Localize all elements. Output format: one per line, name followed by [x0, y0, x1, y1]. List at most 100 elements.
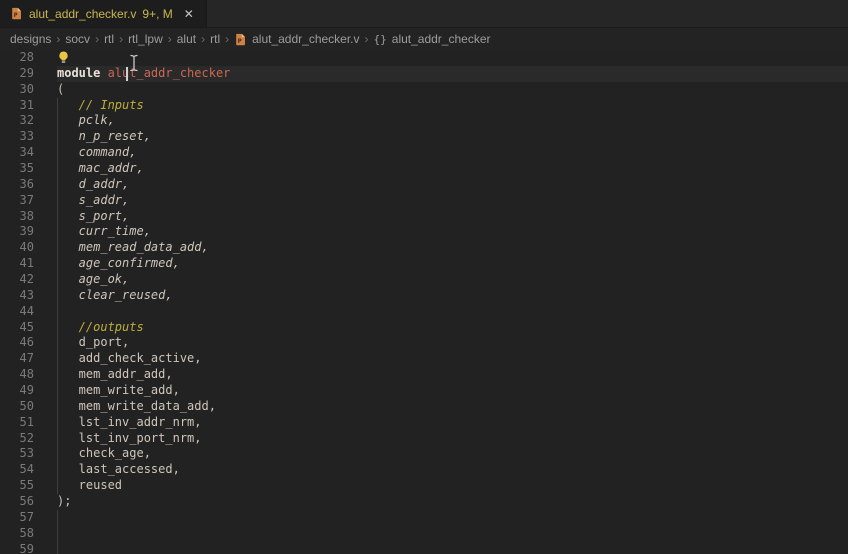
code-line-43[interactable]: 43 clear_reused, [0, 288, 848, 304]
code-line-41[interactable]: 41 age_confirmed, [0, 256, 848, 272]
code-line-52[interactable]: 52 lst_inv_port_nrm, [0, 431, 848, 447]
line-number[interactable]: 58 [0, 526, 34, 542]
line-number[interactable]: 53 [0, 446, 34, 462]
code-line-39[interactable]: 39 curr_time, [0, 224, 848, 240]
line-number[interactable]: 44 [0, 304, 34, 320]
code-line-36[interactable]: 36 d_addr, [0, 177, 848, 193]
breadcrumb-item-socv[interactable]: socv [65, 32, 90, 46]
code-line-33[interactable]: 33 n_p_reset, [0, 129, 848, 145]
code-line-58[interactable]: 58 [0, 526, 848, 542]
code-line-45[interactable]: 45 //outputs [0, 320, 848, 336]
breadcrumb-item-designs[interactable]: designs [10, 32, 51, 46]
line-number[interactable]: 33 [0, 129, 34, 145]
line-number[interactable]: 38 [0, 209, 34, 225]
line-number[interactable]: 37 [0, 193, 34, 209]
code-line-56[interactable]: 56); [0, 494, 848, 510]
line-number[interactable]: 39 [0, 224, 34, 240]
editor-window: P alut_addr_checker.v 9+, M ✕ designs › so… [0, 0, 848, 554]
line-number[interactable]: 54 [0, 462, 34, 478]
breadcrumb-label: rtl [210, 32, 220, 46]
line-number[interactable]: 40 [0, 240, 34, 256]
line-number[interactable]: 47 [0, 351, 34, 367]
line-number[interactable]: 41 [0, 256, 34, 272]
code-line-29[interactable]: 29 module alut_addr_checker [0, 66, 848, 82]
code-line-38[interactable]: 38 s_port, [0, 209, 848, 225]
breadcrumb-item-rtl[interactable]: rtl [210, 32, 220, 46]
line-content: mem_write_add, [57, 383, 848, 399]
line-number[interactable]: 55 [0, 478, 34, 494]
line-content: lst_inv_port_nrm, [57, 431, 848, 447]
code-line-55[interactable]: 55 reused [0, 478, 848, 494]
breadcrumb-item-rtl[interactable]: rtl [104, 32, 114, 46]
lightbulb-icon[interactable] [58, 51, 69, 64]
code-line-37[interactable]: 37 s_addr, [0, 193, 848, 209]
svg-text:P: P [14, 11, 18, 19]
line-content: curr_time, [57, 224, 848, 240]
code-line-32[interactable]: 32 pclk, [0, 113, 848, 129]
breadcrumb-separator: › [225, 32, 229, 46]
line-number[interactable]: 59 [0, 542, 34, 554]
code-token: module [57, 66, 108, 80]
line-number[interactable]: 50 [0, 399, 34, 415]
code-token: command, [57, 145, 136, 159]
line-content: // Inputs [57, 98, 848, 114]
code-line-35[interactable]: 35 mac_addr, [0, 161, 848, 177]
line-number[interactable]: 35 [0, 161, 34, 177]
code-line-57[interactable]: 57 [0, 510, 848, 526]
line-number[interactable]: 57 [0, 510, 34, 526]
line-content: module alut_addr_checker [57, 66, 848, 82]
line-number[interactable]: 31 [0, 98, 34, 114]
breadcrumb-item-alut_addr_checker.v[interactable]: Palut_addr_checker.v [234, 32, 359, 46]
breadcrumb-separator: › [168, 32, 172, 46]
line-number[interactable]: 56 [0, 494, 34, 510]
line-number[interactable]: 51 [0, 415, 34, 431]
line-number[interactable]: 30 [0, 82, 34, 98]
breadcrumb-separator: › [119, 32, 123, 46]
code-lines: 2829 module alut_addr_checker30(31 // Inp… [0, 50, 848, 554]
code-area[interactable]: 2829 module alut_addr_checker30(31 // Inp… [0, 50, 848, 554]
code-line-51[interactable]: 51 lst_inv_addr_nrm, [0, 415, 848, 431]
line-number[interactable]: 49 [0, 383, 34, 399]
code-line-46[interactable]: 46 d_port, [0, 335, 848, 351]
code-line-53[interactable]: 53 check_age, [0, 446, 848, 462]
breadcrumb-item-rtl_lpw[interactable]: rtl_lpw [128, 32, 163, 46]
line-number[interactable]: 28 [0, 50, 34, 66]
line-content: last_accessed, [57, 462, 848, 478]
code-token: add_check_active, [57, 351, 202, 365]
code-line-30[interactable]: 30( [0, 82, 848, 98]
line-content: s_addr, [57, 193, 848, 209]
breadcrumb-separator: › [365, 32, 369, 46]
line-number[interactable]: 29 [0, 66, 34, 82]
code-line-40[interactable]: 40 mem_read_data_add, [0, 240, 848, 256]
line-number[interactable]: 48 [0, 367, 34, 383]
line-number[interactable]: 32 [0, 113, 34, 129]
code-line-59[interactable]: 59 [0, 542, 848, 554]
line-content [57, 542, 848, 554]
breadcrumb-item-alut_addr_checker[interactable]: {}alut_addr_checker [374, 32, 491, 46]
code-token: mem_write_add, [57, 383, 180, 397]
breadcrumb-item-alut[interactable]: alut [177, 32, 196, 46]
breadcrumb-separator: › [56, 32, 60, 46]
close-icon[interactable]: ✕ [181, 6, 197, 22]
line-number[interactable]: 42 [0, 272, 34, 288]
code-line-44[interactable]: 44 [0, 304, 848, 320]
line-number[interactable]: 43 [0, 288, 34, 304]
code-line-49[interactable]: 49 mem_write_add, [0, 383, 848, 399]
code-line-54[interactable]: 54 last_accessed, [0, 462, 848, 478]
breadcrumb-label: alut_addr_checker.v [252, 32, 359, 46]
line-number[interactable]: 45 [0, 320, 34, 336]
code-line-34[interactable]: 34 command, [0, 145, 848, 161]
tab-alut-addr-checker[interactable]: P alut_addr_checker.v 9+, M ✕ [0, 0, 207, 27]
code-line-28[interactable]: 28 [0, 50, 848, 66]
code-line-31[interactable]: 31 // Inputs [0, 98, 848, 114]
code-line-48[interactable]: 48 mem_addr_add, [0, 367, 848, 383]
line-number[interactable]: 46 [0, 335, 34, 351]
line-number[interactable]: 36 [0, 177, 34, 193]
code-token: mem_write_data_add, [57, 399, 216, 413]
code-line-47[interactable]: 47 add_check_active, [0, 351, 848, 367]
line-content: lst_inv_addr_nrm, [57, 415, 848, 431]
code-line-42[interactable]: 42 age_ok, [0, 272, 848, 288]
line-number[interactable]: 52 [0, 431, 34, 447]
line-number[interactable]: 34 [0, 145, 34, 161]
code-line-50[interactable]: 50 mem_write_data_add, [0, 399, 848, 415]
